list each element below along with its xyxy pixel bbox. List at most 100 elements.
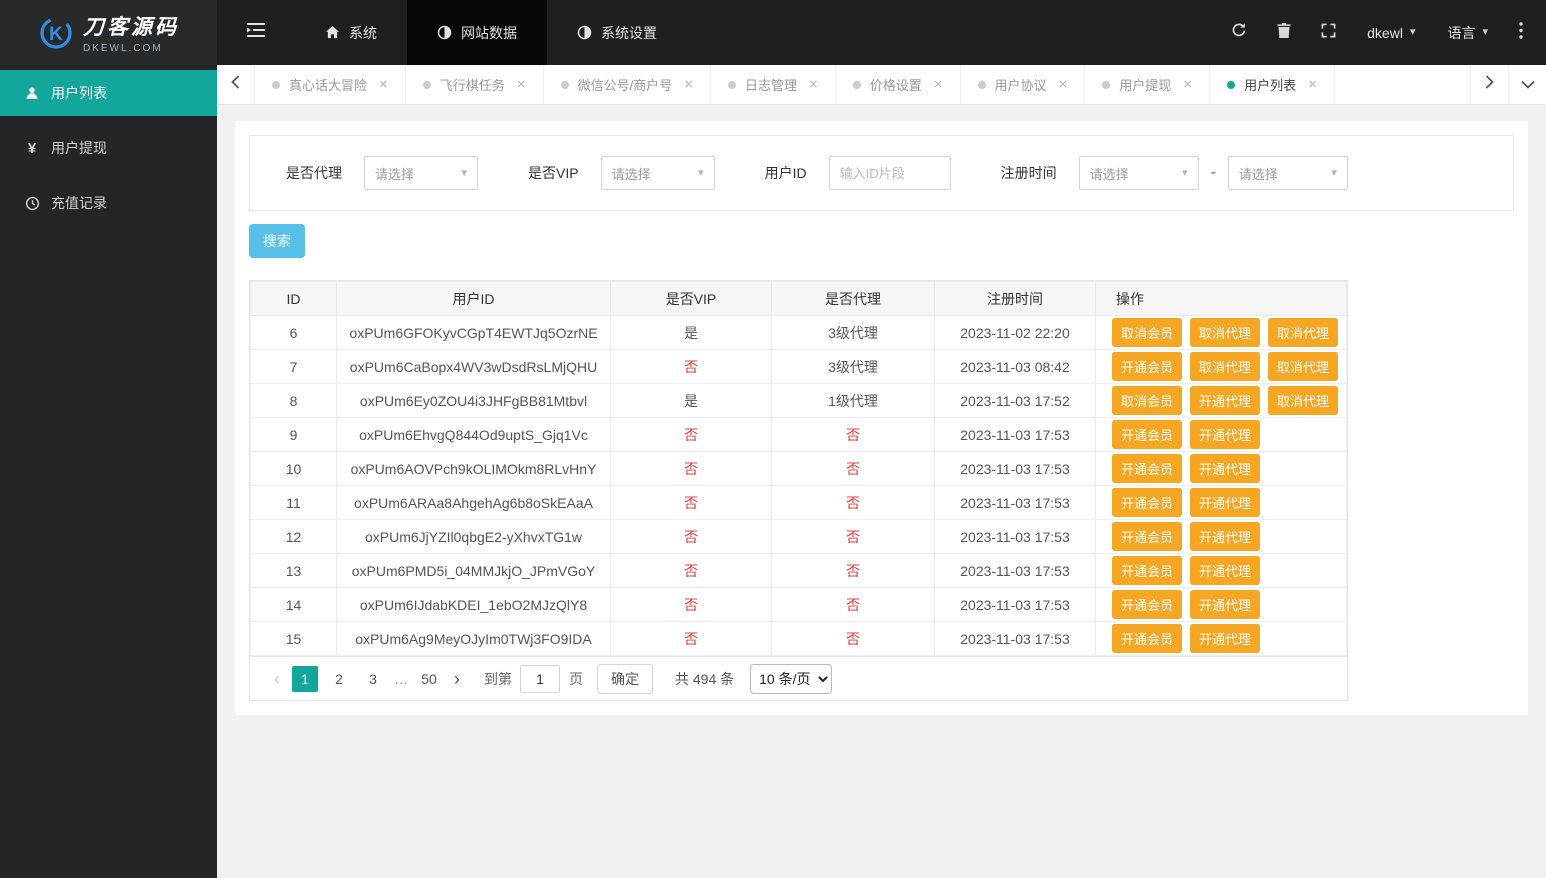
sidebar-item-1[interactable]: ¥ 用户提现 <box>0 125 217 171</box>
tab-4[interactable]: 价格设置 × <box>836 65 961 104</box>
action-button[interactable]: 取消代理 <box>1190 318 1261 347</box>
action-button[interactable]: 开通代理 <box>1190 488 1261 517</box>
action-button[interactable]: 开通会员 <box>1112 488 1183 517</box>
action-button[interactable]: 取消会员 <box>1112 318 1183 347</box>
action-button[interactable]: 开通会员 <box>1112 352 1183 381</box>
menu-toggle-button[interactable] <box>217 0 295 65</box>
table-row: 8 oxPUm6Ey0ZOU4i3JHFgBB81Mtbvl 是 1级代理 2023-1… <box>250 383 1347 418</box>
next-page-button[interactable]: › <box>446 670 468 688</box>
column-header: 用户ID <box>336 281 611 316</box>
goto-label: 到第 <box>484 670 512 687</box>
regtime-start-select[interactable]: 请选择 ▾ <box>1078 156 1199 190</box>
tab-7[interactable]: 用户列表 × <box>1210 65 1335 104</box>
tab-label: 用户列表 <box>1244 78 1297 93</box>
table-row: 11 oxPUm6ARAa8AhgehAg6b8oSkEAaA 否否 2023-11-… <box>250 485 1347 520</box>
refresh-button[interactable] <box>1216 0 1262 65</box>
tab-close-icon[interactable]: × <box>517 76 526 93</box>
action-button[interactable]: 开通代理 <box>1190 556 1261 585</box>
tab-5[interactable]: 用户协议 × <box>961 65 1086 104</box>
page-button-2[interactable]: 2 <box>326 666 352 692</box>
tab-close-icon[interactable]: × <box>1308 76 1317 93</box>
regtime-end-select[interactable]: 请选择 ▾ <box>1227 156 1348 190</box>
cell-reg-time: 2023-11-03 17:53 <box>934 451 1096 486</box>
agent-filter-select[interactable]: 请选择 ▾ <box>364 156 478 190</box>
vip-filter-select[interactable]: 请选择 ▾ <box>600 156 715 190</box>
cell-vip: 否 <box>610 485 772 520</box>
action-button[interactable]: 开通会员 <box>1112 420 1183 449</box>
action-button[interactable]: 开通会员 <box>1112 454 1183 483</box>
tab-close-icon[interactable]: × <box>1183 76 1192 93</box>
page-button-3[interactable]: 3 <box>360 666 386 692</box>
tab-3[interactable]: 日志管理 × <box>711 65 836 104</box>
action-button[interactable]: 开通代理 <box>1190 590 1261 619</box>
page-button-1[interactable]: 1 <box>292 665 318 692</box>
tabs-menu-button[interactable] <box>1508 65 1546 104</box>
more-options-button[interactable] <box>1504 0 1538 65</box>
sidebar-item-label: 充值记录 <box>51 195 107 211</box>
action-button[interactable]: 取消代理 <box>1268 386 1339 415</box>
action-button[interactable]: 开通代理 <box>1190 624 1261 653</box>
topnav-item-1[interactable]: 网站数据 <box>407 0 547 65</box>
topnav-item-2[interactable]: 系统设置 <box>547 0 687 65</box>
agent-filter-group: 是否代理 请选择 ▾ <box>286 156 478 190</box>
action-button[interactable]: 开通会员 <box>1112 556 1183 585</box>
action-button[interactable]: 开通会员 <box>1112 590 1183 619</box>
action-button[interactable]: 开通代理 <box>1190 420 1261 449</box>
per-page-select[interactable]: 10 条/页 <box>750 663 833 694</box>
action-button[interactable]: 取消代理 <box>1268 318 1339 347</box>
action-button[interactable]: 开通代理 <box>1190 386 1261 415</box>
cell-actions: 开通会员 开通代理 <box>1095 587 1347 622</box>
goto-page-input[interactable] <box>520 664 560 693</box>
action-button[interactable]: 取消会员 <box>1112 386 1183 415</box>
regtime-filter-group: 注册时间 请选择 ▾ - 请选择 ▾ <box>1001 156 1348 190</box>
cell-actions: 开通会员 取消代理 取消代理 <box>1095 349 1347 384</box>
tab-close-icon[interactable]: × <box>1059 76 1068 93</box>
action-button[interactable]: 开通代理 <box>1190 454 1261 483</box>
range-dash: - <box>1210 164 1216 181</box>
topnav-item-label: 系统设置 <box>601 24 657 41</box>
action-button[interactable]: 取消代理 <box>1190 352 1261 381</box>
brand-name: 刀客源码 <box>83 16 179 39</box>
tab-label: 用户协议 <box>994 78 1047 93</box>
search-button[interactable]: 搜索 <box>249 224 305 258</box>
topnav-item-0[interactable]: 系统 <box>295 0 407 65</box>
action-button[interactable]: 开通会员 <box>1112 624 1183 653</box>
goto-confirm-button[interactable]: 确定 <box>597 663 653 694</box>
page-button-50[interactable]: 50 <box>416 666 442 692</box>
column-header: 是否VIP <box>610 281 772 316</box>
regtime-start-value: 请选择 <box>1089 166 1129 182</box>
language-menu[interactable]: 语言 ▾ <box>1431 0 1504 65</box>
cell-agent: 否 <box>771 451 935 486</box>
pie-icon <box>577 25 592 40</box>
cell-user-id: oxPUm6PMD5i_04MMJkjO_JPmVGoY <box>336 553 611 588</box>
action-button[interactable]: 取消代理 <box>1268 352 1339 381</box>
sidebar-item-0[interactable]: 用户列表 <box>0 70 217 116</box>
tab-close-icon[interactable]: × <box>809 76 818 93</box>
table-row: 12 oxPUm6JjYZIl0qbgE2-yXhvxTG1w 否否 2023-11-… <box>250 519 1347 554</box>
userid-filter-input[interactable] <box>828 156 951 190</box>
tab-dot-icon <box>1102 80 1111 89</box>
cell-reg-time: 2023-11-03 17:53 <box>934 587 1096 622</box>
tabs-scroll-right-button[interactable] <box>1470 65 1508 104</box>
fullscreen-button[interactable] <box>1306 0 1351 65</box>
tab-dot-icon <box>272 80 280 89</box>
sidebar-item-2[interactable]: 充值记录 <box>0 180 217 226</box>
clear-cache-button[interactable] <box>1262 0 1306 65</box>
tab-1[interactable]: 飞行棋任务 × <box>406 65 544 104</box>
tab-close-icon[interactable]: × <box>684 76 693 93</box>
tab-close-icon[interactable]: × <box>379 76 388 93</box>
tab-2[interactable]: 微信公号/商户号 × <box>544 65 711 104</box>
cell-reg-time: 2023-11-03 17:53 <box>934 621 1096 656</box>
agent-filter-label: 是否代理 <box>286 165 342 181</box>
tab-label: 用户提现 <box>1119 78 1172 93</box>
action-button[interactable]: 开通代理 <box>1190 522 1261 551</box>
tabs-scroll-left-button[interactable] <box>217 65 255 104</box>
user-menu[interactable]: dkewl ▾ <box>1351 0 1431 65</box>
tab-6[interactable]: 用户提现 × <box>1085 65 1211 104</box>
logo: K 刀客源码 DKEWL.COM <box>0 0 217 65</box>
tab-0[interactable]: 真心话大冒险 × <box>255 65 406 104</box>
chevron-down-icon: ▾ <box>1182 166 1188 179</box>
prev-page-button[interactable]: ‹ <box>266 670 288 688</box>
tab-close-icon[interactable]: × <box>934 76 943 93</box>
action-button[interactable]: 开通会员 <box>1112 522 1183 551</box>
